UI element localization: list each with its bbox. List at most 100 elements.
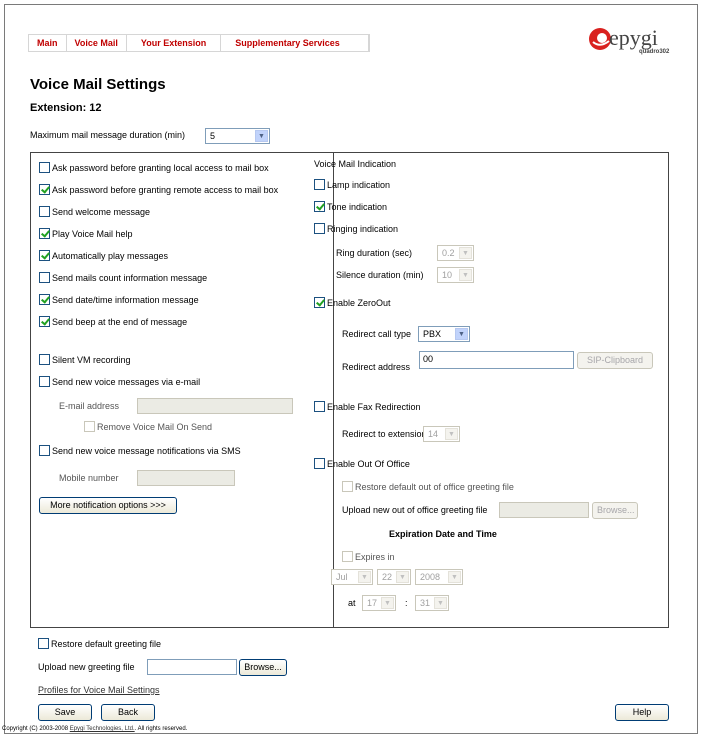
logo-model: quadro302 [639,49,670,55]
restore-ooo-row[interactable]: Restore default out of office greeting f… [342,481,514,492]
fax-extension-value: 14 [428,429,439,439]
restore-ooo-checkbox[interactable] [342,481,353,492]
exp-day-select[interactable]: 22 ▼ [377,569,411,585]
welcome-checkbox[interactable] [39,206,50,217]
epygi-logo: epygi quadro302 [587,24,670,58]
max-duration-value: 5 [210,131,216,141]
expires-label: Expires in [355,551,395,562]
sms-label: Send new voice message notifications via… [52,445,241,456]
help-button[interactable]: Help [615,704,669,721]
lamp-checkbox[interactable] [314,179,325,190]
time-separator: : [405,598,408,608]
ring-duration-select[interactable]: 0.2 ▼ [437,245,474,261]
tone-checkbox[interactable] [314,201,325,212]
silence-duration-label: Silence duration (min) [336,270,424,280]
more-notification-options-button[interactable]: More notification options >>> [39,497,177,514]
ask-local-row[interactable]: Ask password before granting local acces… [39,162,269,173]
expiration-header: Expiration Date and Time [389,529,497,539]
datetime-row[interactable]: Send date/time information message [39,294,199,305]
exp-month-select[interactable]: Jul ▼ [331,569,373,585]
upload-ooo-field[interactable] [499,502,589,518]
sms-checkbox[interactable] [39,445,50,456]
profiles-link[interactable]: Profiles for Voice Mail Settings [38,685,160,695]
nav-your-extension[interactable]: Your Extension [127,35,222,51]
beep-row[interactable]: Send beep at the end of message [39,316,187,327]
max-duration-select[interactable]: 5 ▼ [205,128,270,144]
fax-extension-label: Redirect to extension [342,429,427,439]
silent-checkbox[interactable] [39,354,50,365]
expires-checkbox[interactable] [342,551,353,562]
browse-greeting-button[interactable]: Browse... [239,659,287,676]
datetime-label: Send date/time information message [52,294,199,305]
mails-count-row[interactable]: Send mails count information message [39,272,207,283]
back-button[interactable]: Back [101,704,155,721]
silent-row[interactable]: Silent VM recording [39,354,131,365]
top-nav: Main Voice Mail Your Extension Supplemen… [28,34,370,52]
auto-play-row[interactable]: Automatically play messages [39,250,168,261]
nav-supplementary-services[interactable]: Supplementary Services [221,35,369,51]
sms-row[interactable]: Send new voice message notifications via… [39,445,241,456]
ooo-label: Enable Out Of Office [327,458,410,469]
zeroout-row[interactable]: Enable ZeroOut [314,297,391,308]
ask-remote-row[interactable]: Ask password before granting remote acce… [39,184,278,195]
lamp-label: Lamp indication [327,179,391,190]
ooo-row[interactable]: Enable Out Of Office [314,458,410,469]
sip-clipboard-button[interactable]: SIP-Clipboard [577,352,653,369]
expires-row[interactable]: Expires in [342,551,395,562]
zeroout-checkbox[interactable] [314,297,325,308]
save-button[interactable]: Save [38,704,92,721]
ringing-row[interactable]: Ringing indication [314,223,398,234]
chevron-down-icon: ▼ [455,328,468,340]
exp-hour-select[interactable]: 17 ▼ [362,595,396,611]
email-checkbox[interactable] [39,376,50,387]
redirect-address-label: Redirect address [342,362,411,372]
redirect-address-field[interactable]: 00 [419,351,574,369]
mobile-number-field[interactable] [137,470,235,486]
lamp-row[interactable]: Lamp indication [314,179,390,190]
ringing-checkbox[interactable] [314,223,325,234]
restore-greeting-checkbox[interactable] [38,638,49,649]
upload-greeting-field[interactable] [147,659,237,675]
datetime-checkbox[interactable] [39,294,50,305]
exp-hour-value: 17 [367,598,378,608]
remove-vm-row[interactable]: Remove Voice Mail On Send [84,421,212,432]
email-address-label: E-mail address [59,401,120,411]
settings-panel: Ask password before granting local acces… [30,152,669,628]
vm-help-row[interactable]: Play Voice Mail help [39,228,133,239]
welcome-row[interactable]: Send welcome message [39,206,150,217]
exp-day-value: 22 [382,572,393,582]
extension-label: Extension: 12 [30,102,102,114]
restore-greeting-row[interactable]: Restore default greeting file [38,638,161,649]
email-row[interactable]: Send new voice messages via e-mail [39,376,200,387]
company-link[interactable]: Epygi Technologies, Ltd. [70,726,135,732]
copyright-prefix: Copyright (C) 2003-2008 [2,726,69,732]
exp-year-select[interactable]: 2008 ▼ [415,569,463,585]
mails-count-checkbox[interactable] [39,272,50,283]
remove-vm-checkbox[interactable] [84,421,95,432]
vm-help-checkbox[interactable] [39,228,50,239]
tone-label: Tone indication [327,201,388,212]
ask-local-checkbox[interactable] [39,162,50,173]
redirect-type-select[interactable]: PBX ▼ [418,326,470,342]
email-address-field[interactable] [137,398,293,414]
fax-row[interactable]: Enable Fax Redirection [314,401,421,412]
auto-play-checkbox[interactable] [39,250,50,261]
nav-main[interactable]: Main [29,35,67,51]
ooo-checkbox[interactable] [314,458,325,469]
browse-ooo-button[interactable]: Browse... [592,502,638,519]
mails-count-label: Send mails count information message [52,272,208,283]
mobile-number-label: Mobile number [59,473,119,483]
fax-extension-select[interactable]: 14 ▼ [423,426,460,442]
page-title: Voice Mail Settings [30,76,166,93]
exp-month-value: Jul [336,572,348,582]
tone-row[interactable]: Tone indication [314,201,387,212]
silence-duration-select[interactable]: 10 ▼ [437,267,474,283]
beep-checkbox[interactable] [39,316,50,327]
nav-voice-mail[interactable]: Voice Mail [67,35,127,51]
ask-remote-checkbox[interactable] [39,184,50,195]
chevron-down-icon: ▼ [459,269,472,281]
email-label: Send new voice messages via e-mail [52,376,201,387]
fax-checkbox[interactable] [314,401,325,412]
exp-minute-select[interactable]: 31 ▼ [415,595,449,611]
remove-vm-label: Remove Voice Mail On Send [97,421,213,432]
